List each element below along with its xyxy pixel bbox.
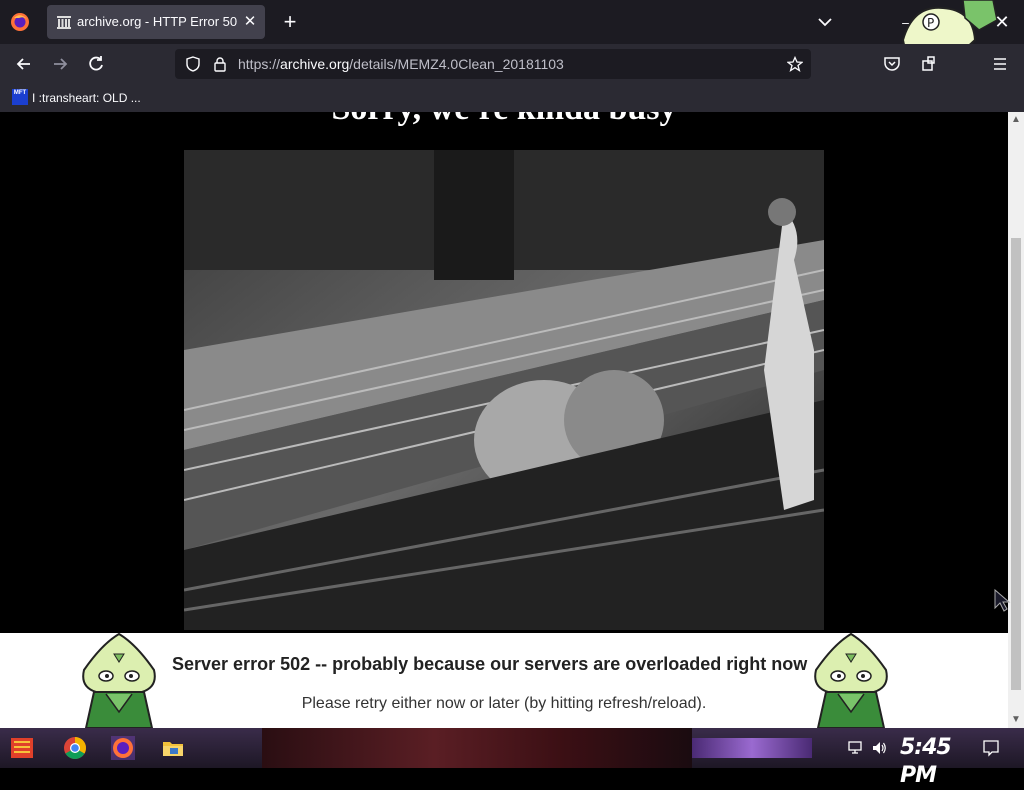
- volume-icon[interactable]: [871, 740, 887, 756]
- bookmarks-toolbar: MFT I :transheart: OLD ...: [0, 84, 1024, 112]
- tab-archive[interactable]: archive.org - HTTP Error 502 ✕: [47, 5, 265, 39]
- window-close-button[interactable]: ✕: [990, 10, 1014, 34]
- reload-icon[interactable]: [86, 54, 106, 74]
- shield-icon[interactable]: [185, 56, 201, 72]
- taskbar-accent: [692, 738, 812, 758]
- url-path: /details/MEMZ4.0Clean_20181103: [349, 56, 564, 72]
- tab-close-button[interactable]: ✕: [241, 13, 259, 31]
- lock-icon[interactable]: [212, 56, 228, 72]
- url-scheme: https://: [238, 56, 281, 72]
- pocket-icon[interactable]: [883, 55, 901, 73]
- bookmark-item[interactable]: I :transheart: OLD ...: [32, 91, 141, 105]
- tab-title: archive.org - HTTP Error 502: [77, 14, 237, 29]
- file-explorer-icon[interactable]: [161, 736, 185, 760]
- star-icon[interactable]: [787, 56, 803, 72]
- scroll-thumb[interactable]: [1011, 238, 1021, 690]
- taskbar: 5:45 PM: [0, 728, 1024, 788]
- peridot-sticker-right: [814, 632, 888, 728]
- svg-text:P: P: [927, 16, 934, 30]
- scroll-up-button[interactable]: ▲: [1008, 112, 1024, 128]
- notification-icon[interactable]: [982, 739, 1000, 757]
- taskbar-clock[interactable]: 5:45 PM: [900, 734, 964, 788]
- url-host: archive.org: [280, 56, 350, 72]
- chevron-down-icon[interactable]: [816, 14, 834, 30]
- url-bar[interactable]: https://archive.org/details/MEMZ4.0Clean…: [175, 49, 811, 79]
- menu-icon[interactable]: [991, 55, 1009, 73]
- new-tab-button[interactable]: +: [279, 11, 301, 33]
- page-content: Sorry, we're kinda busy Server error 502…: [0, 112, 1008, 728]
- mouse-cursor-icon: [994, 588, 1011, 612]
- scroll-down-button[interactable]: ▼: [1008, 712, 1024, 728]
- network-icon[interactable]: [848, 740, 864, 756]
- extensions-icon[interactable]: [920, 55, 938, 73]
- factory-loom-photo: [184, 150, 824, 630]
- taskbar-media-preview: [262, 728, 692, 768]
- page-scrollbar[interactable]: ▲ ▼: [1008, 112, 1024, 728]
- start-icon[interactable]: [10, 736, 34, 760]
- error-heading: Server error 502 -- probably because our…: [172, 654, 808, 674]
- busy-heading: Sorry, we're kinda busy: [0, 112, 1008, 128]
- firefox-icon[interactable]: [10, 12, 30, 32]
- bookmark-favicon: MFT: [12, 89, 28, 105]
- navigation-toolbar: https://archive.org/details/MEMZ4.0Clean…: [0, 44, 1024, 84]
- back-arrow-icon[interactable]: [14, 54, 34, 74]
- chrome-icon[interactable]: [63, 736, 87, 760]
- url-text[interactable]: https://archive.org/details/MEMZ4.0Clean…: [238, 56, 564, 72]
- forward-arrow-icon[interactable]: [50, 54, 70, 74]
- tab-strip: archive.org - HTTP Error 502 ✕ + – P ✕: [0, 0, 1024, 60]
- peridot-sticker-left: [82, 632, 156, 728]
- firefox-taskbar-icon[interactable]: [111, 736, 135, 760]
- archive-favicon: [57, 16, 71, 29]
